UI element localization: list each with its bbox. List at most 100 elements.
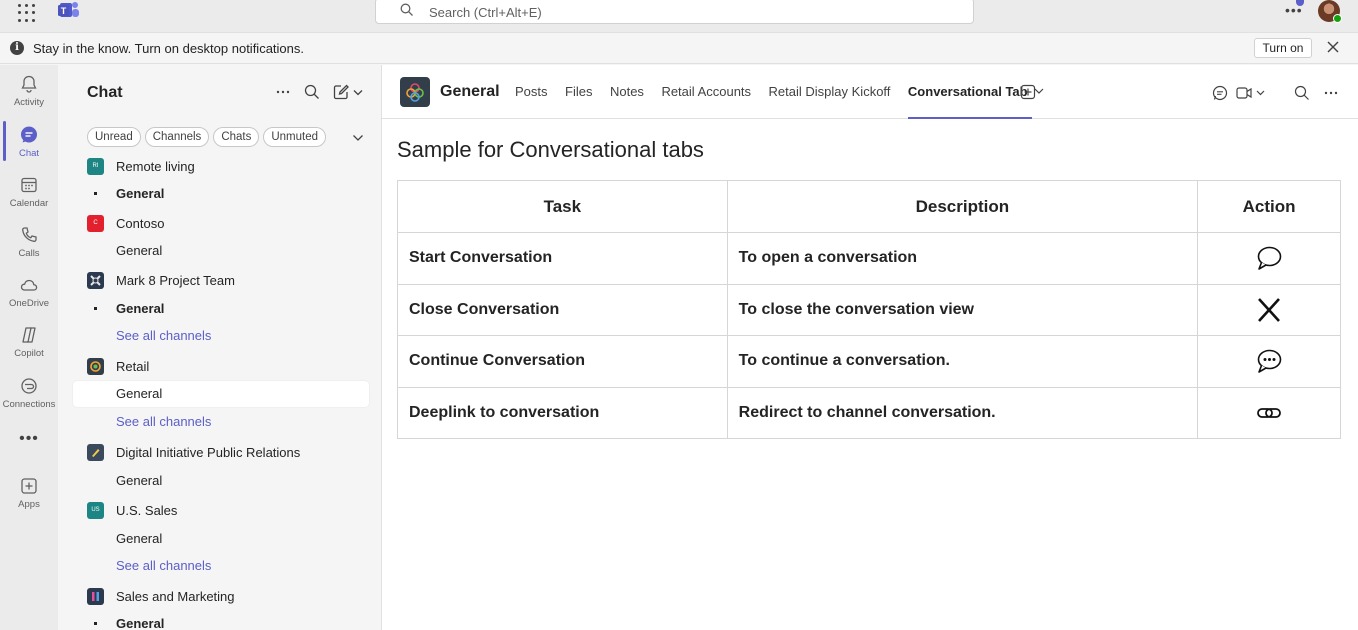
task-cell: Start Conversation (397, 232, 728, 285)
phone-icon (22, 227, 37, 242)
rail-item-activity[interactable]: Activity (0, 68, 58, 116)
rail-label: Copilot (14, 348, 44, 359)
conversation-icon[interactable] (1211, 84, 1229, 102)
channel-item-selected[interactable]: General (73, 381, 369, 407)
see-all-channels-label: See all channels (116, 558, 212, 573)
team-channel-list: RI Remote living General C Contoso Gener… (58, 155, 381, 630)
rail-item-calls[interactable]: Calls (0, 219, 58, 267)
unread-bullet (94, 307, 97, 310)
team-item[interactable]: C Contoso (58, 212, 381, 238)
table-row: Start Conversation To open a conversatio… (397, 232, 1341, 285)
team-item[interactable]: Sales and Marketing (58, 585, 381, 611)
rail-label: Calls (18, 248, 40, 259)
column-header: Task (397, 180, 728, 233)
team-item[interactable]: Mark 8 Project Team (58, 269, 381, 295)
tab-retail-accounts[interactable]: Retail Accounts (661, 65, 751, 119)
bell-icon (21, 75, 37, 93)
search-icon[interactable] (1293, 84, 1311, 102)
rail-item-chat[interactable]: Chat (0, 119, 58, 167)
page-title: Sample for Conversational tabs (397, 137, 704, 162)
channel-item[interactable]: General (58, 526, 381, 552)
tab-notes[interactable]: Notes (610, 65, 644, 119)
tab-posts[interactable]: Posts (515, 65, 548, 119)
rail-item-onedrive[interactable]: OneDrive (0, 269, 58, 317)
meet-now-icon[interactable] (1235, 84, 1265, 102)
apps-plus-icon (21, 478, 37, 494)
see-all-channels-label: See all channels (116, 328, 212, 343)
more-options-icon[interactable] (274, 83, 292, 101)
tab-label: Retail Display Kickoff (768, 84, 891, 99)
description-cell: To open a conversation (726, 232, 1199, 285)
unread-bullet (94, 622, 97, 625)
tab-files[interactable]: Files (565, 65, 592, 119)
rail-item-calendar[interactable]: Calendar (0, 169, 58, 217)
turn-on-button[interactable]: Turn on (1254, 38, 1312, 58)
rail-label: Activity (13, 97, 45, 108)
tab-label: Files (565, 84, 593, 99)
channel-item[interactable]: General (58, 296, 381, 322)
team-avatar: RI (87, 158, 104, 175)
speech-bubble-icon[interactable] (1255, 244, 1283, 272)
channel-name: General (116, 186, 165, 201)
channel-tabs: Posts Files Notes Retail Accounts Retail… (515, 65, 1061, 119)
cloud-icon (20, 279, 38, 291)
channel-item[interactable]: General (58, 468, 381, 494)
filter-unread[interactable]: Unread (87, 127, 141, 147)
conversation-actions-table: Task Description Action Start Conversati… (397, 180, 1341, 439)
speech-bubble-dots-icon[interactable] (1255, 347, 1283, 375)
more-options-icon[interactable] (1322, 84, 1340, 102)
task-cell: Close Conversation (397, 283, 728, 336)
tab-label: Retail Accounts (661, 84, 752, 99)
notification-banner: i Stay in the know. Turn on desktop noti… (0, 33, 1358, 64)
action-cell (1197, 335, 1341, 388)
chevron-down-icon[interactable] (352, 83, 364, 101)
active-tab-indicator (907, 117, 1032, 119)
tab-label: Posts (515, 84, 548, 99)
app-launcher-icon[interactable] (18, 3, 38, 23)
rail-item-connections[interactable]: Connections (0, 370, 58, 418)
see-all-channels-link[interactable]: See all channels (58, 553, 381, 579)
chevron-down-icon[interactable] (352, 134, 364, 142)
filter-chips: Unread Channels Chats Unmuted (87, 127, 327, 147)
team-item[interactable]: Retail (58, 355, 381, 381)
team-name: Contoso (116, 216, 165, 231)
rail-item-copilot[interactable]: Copilot (0, 319, 58, 367)
tab-retail-display-kickoff[interactable]: Retail Display Kickoff (769, 65, 891, 119)
add-tab-icon[interactable] (1020, 84, 1036, 100)
table-row: Deeplink to conversation Redirect to cha… (397, 386, 1341, 439)
action-cell (1197, 386, 1341, 439)
team-name: Digital Initiative Public Relations (116, 445, 301, 460)
team-avatar: C (87, 215, 104, 232)
search-input[interactable] (429, 3, 929, 21)
rail-item-apps[interactable]: Apps (0, 470, 58, 518)
channel-name: General (116, 616, 165, 630)
new-chat-icon[interactable] (332, 83, 350, 101)
channel-name: General (116, 386, 163, 401)
link-icon[interactable] (1255, 399, 1283, 427)
team-avatar (87, 444, 104, 461)
close-icon[interactable] (1326, 40, 1340, 54)
team-item[interactable]: Digital Initiative Public Relations (58, 441, 381, 467)
filter-chats[interactable]: Chats (213, 127, 260, 147)
calendar-icon (21, 177, 37, 193)
team-item[interactable]: US U.S. Sales (58, 499, 381, 525)
more-apps-icon[interactable]: ••• (0, 430, 58, 448)
filter-channels[interactable]: Channels (144, 127, 210, 147)
description-cell: To continue a conversation. (726, 335, 1199, 388)
notification-message: Stay in the know. Turn on desktop notifi… (33, 41, 304, 56)
search-icon (400, 3, 413, 16)
search-box[interactable] (375, 0, 974, 24)
channel-name: General (116, 531, 163, 546)
search-icon[interactable] (303, 83, 321, 101)
presence-available-icon (1333, 14, 1342, 23)
filter-unmuted[interactable]: Unmuted (263, 127, 327, 147)
team-item[interactable]: RI Remote living (58, 155, 381, 181)
channel-item[interactable]: General (58, 238, 381, 264)
channel-item[interactable]: General (58, 611, 381, 630)
pane-title: Chat (87, 84, 123, 101)
see-all-channels-link[interactable]: See all channels (58, 409, 381, 435)
channel-item[interactable]: General (58, 181, 381, 207)
see-all-channels-link[interactable]: See all channels (58, 323, 381, 349)
table-row: Continue Conversation To continue a conv… (397, 335, 1341, 388)
close-x-icon[interactable] (1255, 296, 1283, 324)
